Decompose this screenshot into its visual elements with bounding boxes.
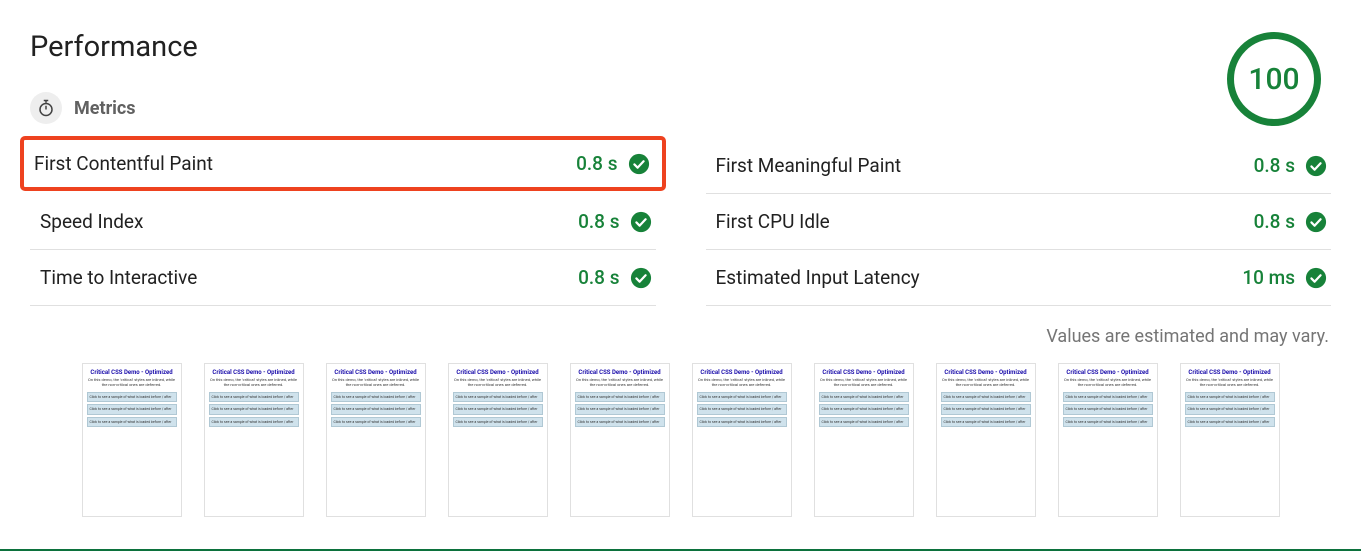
thumb-box: Click to see a sample of what is loaded … [941, 417, 1031, 428]
metric-value: 0.8 s [1254, 210, 1295, 233]
thumb-box: Click to see a sample of what is loaded … [819, 404, 909, 415]
metric-label: Time to Interactive [30, 266, 578, 289]
filmstrip-frame[interactable]: Critical CSS Demo - Optimized On this dem… [814, 363, 914, 517]
filmstrip: Critical CSS Demo - Optimized On this dem… [30, 359, 1331, 549]
metric-first-contentful-paint[interactable]: First Contentful Paint 0.8 s [20, 136, 666, 191]
thumb-box: Click to see a sample of what is loaded … [1063, 417, 1153, 428]
thumb-desc: On this demo, the 'critical' styles are … [575, 378, 665, 388]
thumb-box: Click to see a sample of what is loaded … [941, 404, 1031, 415]
score-badge: 100 [1227, 32, 1321, 126]
check-circle-icon [1305, 155, 1327, 177]
thumb-box: Click to see a sample of what is loaded … [87, 404, 177, 415]
thumb-desc: On this demo, the 'critical' styles are … [697, 378, 787, 388]
filmstrip-frame[interactable]: Critical CSS Demo - Optimized On this dem… [692, 363, 792, 517]
thumb-box: Click to see a sample of what is loaded … [453, 404, 543, 415]
report-header: Performance [30, 30, 1331, 92]
score-value: 100 [1248, 62, 1299, 97]
thumb-box: Click to see a sample of what is loaded … [331, 404, 421, 415]
metrics-grid: First Contentful Paint 0.8 s First Meani… [30, 138, 1331, 306]
thumb-box: Click to see a sample of what is loaded … [1063, 404, 1153, 415]
thumb-title: Critical CSS Demo - Optimized [334, 369, 416, 376]
metrics-label: Metrics [74, 98, 136, 119]
thumb-box: Click to see a sample of what is loaded … [209, 417, 299, 428]
filmstrip-frame[interactable]: Critical CSS Demo - Optimized On this dem… [82, 363, 182, 517]
metric-label: First Meaningful Paint [706, 154, 1254, 177]
thumb-box: Click to see a sample of what is loaded … [87, 417, 177, 428]
metric-value: 10 ms [1242, 266, 1295, 289]
thumb-desc: On this demo, the 'critical' styles are … [453, 378, 543, 388]
metric-value: 0.8 s [576, 152, 617, 175]
thumb-box: Click to see a sample of what is loaded … [697, 404, 787, 415]
metric-value: 0.8 s [578, 266, 619, 289]
metric-label: Estimated Input Latency [706, 266, 1243, 289]
thumb-box: Click to see a sample of what is loaded … [941, 392, 1031, 403]
thumb-title: Critical CSS Demo - Optimized [1066, 369, 1148, 376]
thumb-box: Click to see a sample of what is loaded … [453, 417, 543, 428]
footnote: Values are estimated and may vary. [30, 326, 1329, 347]
thumb-desc: On this demo, the 'critical' styles are … [87, 378, 177, 388]
metric-value: 0.8 s [578, 210, 619, 233]
thumb-title: Critical CSS Demo - Optimized [1188, 369, 1270, 376]
metric-first-meaningful-paint[interactable]: First Meaningful Paint 0.8 s [706, 138, 1332, 194]
thumb-title: Critical CSS Demo - Optimized [944, 369, 1026, 376]
filmstrip-frame[interactable]: Critical CSS Demo - Optimized On this dem… [326, 363, 426, 517]
thumb-title: Critical CSS Demo - Optimized [212, 369, 294, 376]
metric-speed-index[interactable]: Speed Index 0.8 s [30, 194, 656, 250]
thumb-box: Click to see a sample of what is loaded … [87, 392, 177, 403]
thumb-box: Click to see a sample of what is loaded … [575, 392, 665, 403]
thumb-box: Click to see a sample of what is loaded … [1185, 417, 1275, 428]
check-circle-icon [630, 211, 652, 233]
thumb-box: Click to see a sample of what is loaded … [697, 392, 787, 403]
thumb-box: Click to see a sample of what is loaded … [1063, 392, 1153, 403]
metric-time-to-interactive[interactable]: Time to Interactive 0.8 s [30, 250, 656, 306]
check-circle-icon [630, 267, 652, 289]
thumb-desc: On this demo, the 'critical' styles are … [209, 378, 299, 388]
thumb-box: Click to see a sample of what is loaded … [1185, 404, 1275, 415]
filmstrip-frame[interactable]: Critical CSS Demo - Optimized On this dem… [936, 363, 1036, 517]
thumb-desc: On this demo, the 'critical' styles are … [819, 378, 909, 388]
filmstrip-frame[interactable]: Critical CSS Demo - Optimized On this dem… [204, 363, 304, 517]
page-title: Performance [30, 30, 198, 64]
thumb-title: Critical CSS Demo - Optimized [822, 369, 904, 376]
thumb-box: Click to see a sample of what is loaded … [209, 392, 299, 403]
metric-first-cpu-idle[interactable]: First CPU Idle 0.8 s [706, 194, 1332, 250]
thumb-desc: On this demo, the 'critical' styles are … [1063, 378, 1153, 388]
metric-label: Speed Index [30, 210, 578, 233]
metric-label: First Contentful Paint [32, 152, 576, 175]
thumb-box: Click to see a sample of what is loaded … [575, 404, 665, 415]
thumb-title: Critical CSS Demo - Optimized [700, 369, 782, 376]
metric-estimated-input-latency[interactable]: Estimated Input Latency 10 ms [706, 250, 1332, 306]
thumb-box: Click to see a sample of what is loaded … [453, 392, 543, 403]
thumb-box: Click to see a sample of what is loaded … [209, 404, 299, 415]
filmstrip-frame[interactable]: Critical CSS Demo - Optimized On this dem… [570, 363, 670, 517]
filmstrip-frame[interactable]: Critical CSS Demo - Optimized On this dem… [448, 363, 548, 517]
thumb-box: Click to see a sample of what is loaded … [819, 392, 909, 403]
thumb-box: Click to see a sample of what is loaded … [575, 417, 665, 428]
thumb-box: Click to see a sample of what is loaded … [1185, 392, 1275, 403]
filmstrip-frame[interactable]: Critical CSS Demo - Optimized On this dem… [1058, 363, 1158, 517]
thumb-title: Critical CSS Demo - Optimized [90, 369, 172, 376]
check-circle-icon [628, 153, 650, 175]
thumb-desc: On this demo, the 'critical' styles are … [941, 378, 1031, 388]
thumb-title: Critical CSS Demo - Optimized [456, 369, 538, 376]
stopwatch-icon [30, 92, 62, 124]
thumb-title: Critical CSS Demo - Optimized [578, 369, 660, 376]
performance-report: Performance 100 Metrics First Contentful… [0, 0, 1361, 551]
metric-label: First CPU Idle [706, 210, 1254, 233]
metric-value: 0.8 s [1254, 154, 1295, 177]
thumb-box: Click to see a sample of what is loaded … [697, 417, 787, 428]
filmstrip-frame[interactable]: Critical CSS Demo - Optimized On this dem… [1180, 363, 1280, 517]
check-circle-icon [1305, 211, 1327, 233]
thumb-box: Click to see a sample of what is loaded … [331, 392, 421, 403]
check-circle-icon [1305, 267, 1327, 289]
thumb-desc: On this demo, the 'critical' styles are … [1185, 378, 1275, 388]
thumb-box: Click to see a sample of what is loaded … [331, 417, 421, 428]
metrics-section-header: Metrics [30, 92, 1331, 124]
thumb-desc: On this demo, the 'critical' styles are … [331, 378, 421, 388]
thumb-box: Click to see a sample of what is loaded … [819, 417, 909, 428]
